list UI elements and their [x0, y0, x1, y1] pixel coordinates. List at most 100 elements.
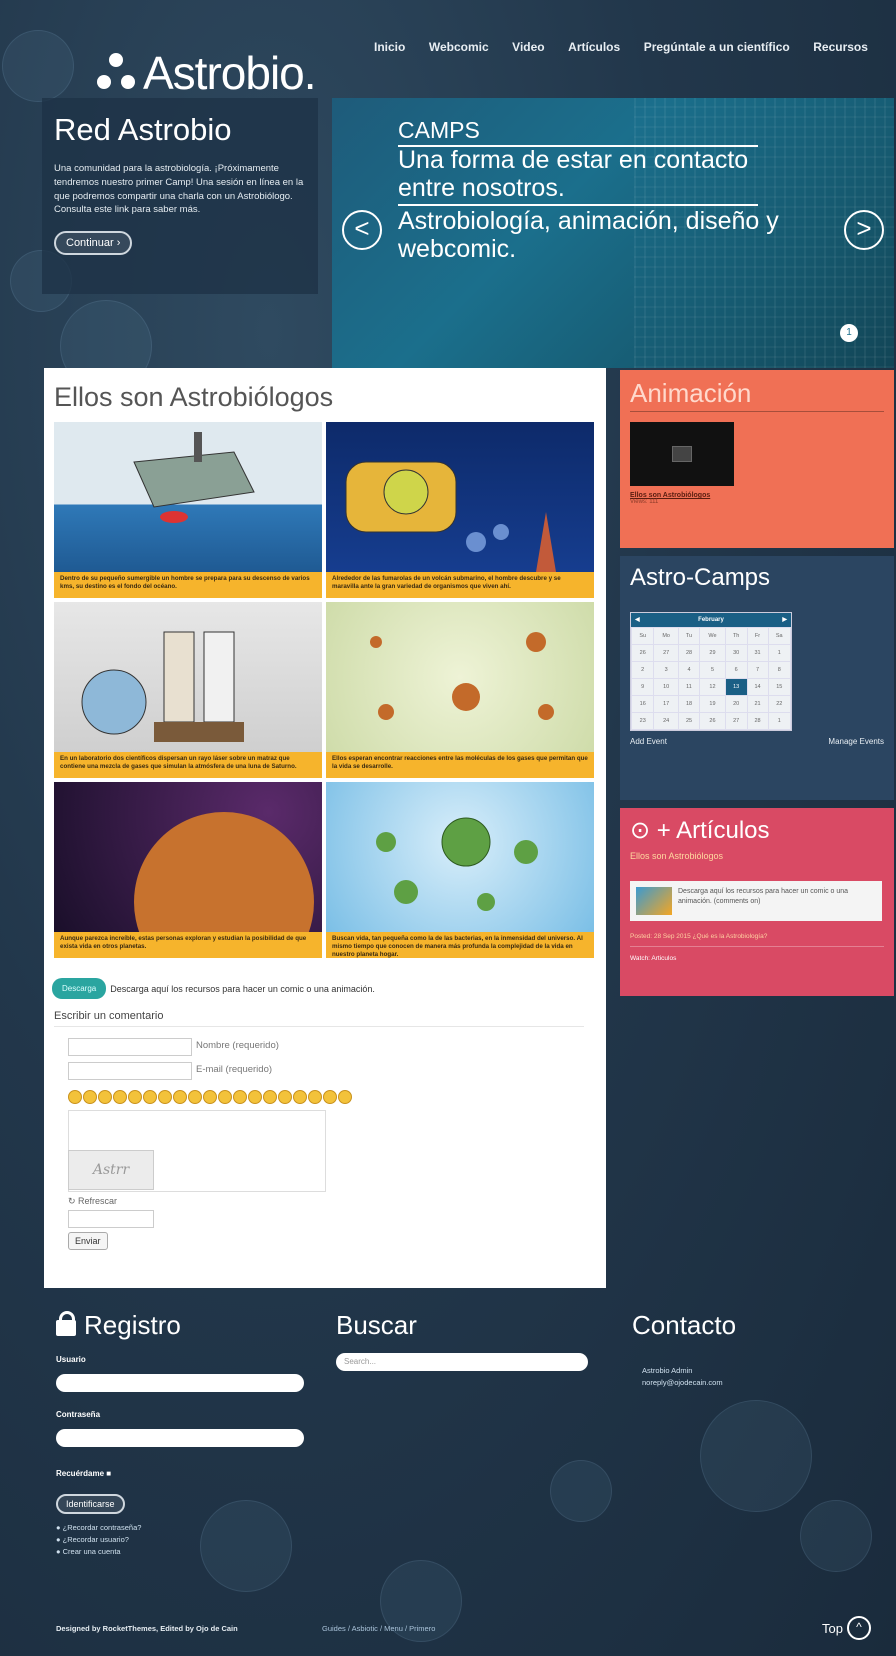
site-logo[interactable]: Astrobio. — [95, 46, 317, 100]
smiley-icon[interactable] — [233, 1090, 247, 1104]
smiley-icon[interactable] — [338, 1090, 352, 1104]
calendar-day[interactable]: 25 — [677, 712, 701, 730]
comic-panel[interactable]: Alrededor de las fumarolas de un volcán … — [326, 422, 594, 598]
nav-video[interactable]: Video — [512, 40, 544, 54]
search-input[interactable]: Search... — [336, 1353, 588, 1371]
smiley-icon[interactable] — [158, 1090, 172, 1104]
calendar-day[interactable]: 5 — [699, 661, 726, 679]
password-input[interactable] — [56, 1429, 304, 1447]
calendar-day[interactable]: 7 — [746, 661, 769, 679]
calendar-day[interactable]: 14 — [746, 678, 769, 696]
forgot-password-link[interactable]: ● ¿Recordar contraseña? — [56, 1522, 316, 1534]
smiley-icon[interactable] — [83, 1090, 97, 1104]
smiley-icon[interactable] — [173, 1090, 187, 1104]
calendar-day[interactable]: 3 — [653, 661, 679, 679]
calendar-day[interactable]: 26 — [630, 644, 655, 662]
calendar-day[interactable]: 19 — [699, 695, 726, 713]
nav-recursos[interactable]: Recursos — [813, 40, 868, 54]
calendar-day[interactable]: 4 — [677, 661, 701, 679]
calendar-day[interactable]: 21 — [746, 695, 769, 713]
comic-panel[interactable]: En un laboratorio dos científicos disper… — [54, 602, 322, 778]
smiley-icon[interactable] — [98, 1090, 112, 1104]
smiley-icon[interactable] — [263, 1090, 277, 1104]
calendar-day[interactable]: 15 — [767, 678, 792, 696]
calendar-next-icon[interactable]: ▶ — [782, 613, 787, 627]
calendar-day[interactable]: 26 — [699, 712, 726, 730]
checkbox-icon[interactable]: ■ — [106, 1469, 111, 1478]
calendar-day[interactable]: 1 — [767, 644, 792, 662]
calendar-day[interactable]: 30 — [724, 644, 748, 662]
calendar-day[interactable]: 24 — [653, 712, 679, 730]
name-input[interactable] — [68, 1038, 192, 1056]
username-input[interactable] — [56, 1374, 304, 1392]
smiley-icon[interactable] — [218, 1090, 232, 1104]
manage-events-link[interactable]: Manage Events — [828, 737, 884, 746]
play-icon[interactable] — [672, 446, 692, 462]
calendar-day[interactable]: 9 — [630, 678, 655, 696]
back-to-top-button[interactable]: Top ^ — [822, 1616, 871, 1640]
nav-articulos[interactable]: Artículos — [568, 40, 620, 54]
calendar-day[interactable]: 28 — [677, 644, 701, 662]
calendar-day[interactable]: 17 — [653, 695, 679, 713]
download-button[interactable]: Descarga — [52, 978, 107, 999]
calendar-day[interactable]: 28 — [746, 712, 769, 730]
smiley-icon[interactable] — [68, 1090, 82, 1104]
comic-panel[interactable]: Aunque parezca increíble, estas personas… — [54, 782, 322, 958]
calendar-day[interactable]: 2 — [630, 661, 655, 679]
comic-panel[interactable]: Ellos esperan encontrar reacciones entre… — [326, 602, 594, 778]
smiley-icon[interactable] — [323, 1090, 337, 1104]
calendar-day[interactable]: 27 — [724, 712, 748, 730]
smiley-icon[interactable] — [143, 1090, 157, 1104]
create-account-link[interactable]: ● Crear una cuenta — [56, 1546, 316, 1558]
calendar-day[interactable]: 20 — [724, 695, 748, 713]
calendar-day[interactable]: 31 — [746, 644, 769, 662]
video-title-link[interactable]: Ellos son Astrobiólogos — [630, 492, 884, 499]
calendar-day[interactable]: 8 — [767, 661, 792, 679]
calendar-day-today[interactable]: 13 — [724, 678, 748, 696]
continue-button[interactable]: Continuar › — [54, 231, 133, 256]
article-card[interactable]: Descarga aquí los recursos para hacer un… — [630, 881, 882, 921]
nav-webcomic[interactable]: Webcomic — [429, 40, 489, 54]
hero-slide-indicator[interactable]: 1 — [840, 324, 858, 342]
calendar-day[interactable]: 27 — [653, 644, 679, 662]
captcha-refresh-link[interactable]: ↻ Refrescar — [68, 1196, 117, 1207]
smiley-icon[interactable] — [248, 1090, 262, 1104]
calendar-day[interactable]: 18 — [677, 695, 701, 713]
article-link[interactable]: Ellos son Astrobiólogos — [630, 851, 884, 861]
comic-panel[interactable]: Buscan vida, tan pequeña como la de las … — [326, 782, 594, 958]
calendar-day[interactable]: 10 — [653, 678, 679, 696]
download-text[interactable]: Descarga aquí los recursos para hacer un… — [110, 984, 375, 994]
article-meta[interactable]: Posted: 28 Sep 2015 ¿Qué es la Astrobiol… — [630, 933, 884, 947]
comic-panel[interactable]: Dentro de su pequeño sumergible un hombr… — [54, 422, 322, 598]
calendar-day[interactable]: 6 — [724, 661, 748, 679]
submit-button[interactable]: Enviar — [68, 1232, 108, 1250]
smiley-icon[interactable] — [308, 1090, 322, 1104]
hero-next-button[interactable]: > — [844, 210, 884, 250]
calendar-day[interactable]: 23 — [630, 712, 655, 730]
nav-preguntale[interactable]: Pregúntale a un científico — [644, 40, 790, 54]
remember-row[interactable]: Recuérdame ■ — [56, 1469, 316, 1478]
hero-prev-button[interactable]: < — [342, 210, 382, 250]
calendar-day[interactable]: 29 — [699, 644, 726, 662]
calendar-day[interactable]: 1 — [767, 712, 792, 730]
calendar-day[interactable]: 11 — [677, 678, 701, 696]
calendar-day[interactable]: 16 — [630, 695, 655, 713]
smiley-icon[interactable] — [113, 1090, 127, 1104]
calendar-day[interactable]: 12 — [699, 678, 726, 696]
calendar-day[interactable]: 22 — [767, 695, 792, 713]
smiley-icon[interactable] — [293, 1090, 307, 1104]
captcha-input[interactable] — [68, 1210, 154, 1228]
smiley-icon[interactable] — [188, 1090, 202, 1104]
forgot-username-link[interactable]: ● ¿Recordar usuario? — [56, 1534, 316, 1546]
calendar-prev-icon[interactable]: ◀ — [635, 613, 640, 627]
smiley-icon[interactable] — [203, 1090, 217, 1104]
add-event-link[interactable]: Add Event — [630, 737, 667, 746]
login-button[interactable]: Identificarse — [56, 1494, 125, 1514]
nav-inicio[interactable]: Inicio — [374, 40, 405, 54]
contact-email[interactable]: noreply@ojodecain.com — [642, 1377, 882, 1389]
footer-links[interactable]: Guides / Asbiotic / Menu / Primero — [322, 1624, 435, 1633]
email-input[interactable] — [68, 1062, 192, 1080]
article-footer[interactable]: Watch: Articulos — [630, 955, 884, 962]
smiley-icon[interactable] — [128, 1090, 142, 1104]
smiley-icon[interactable] — [278, 1090, 292, 1104]
